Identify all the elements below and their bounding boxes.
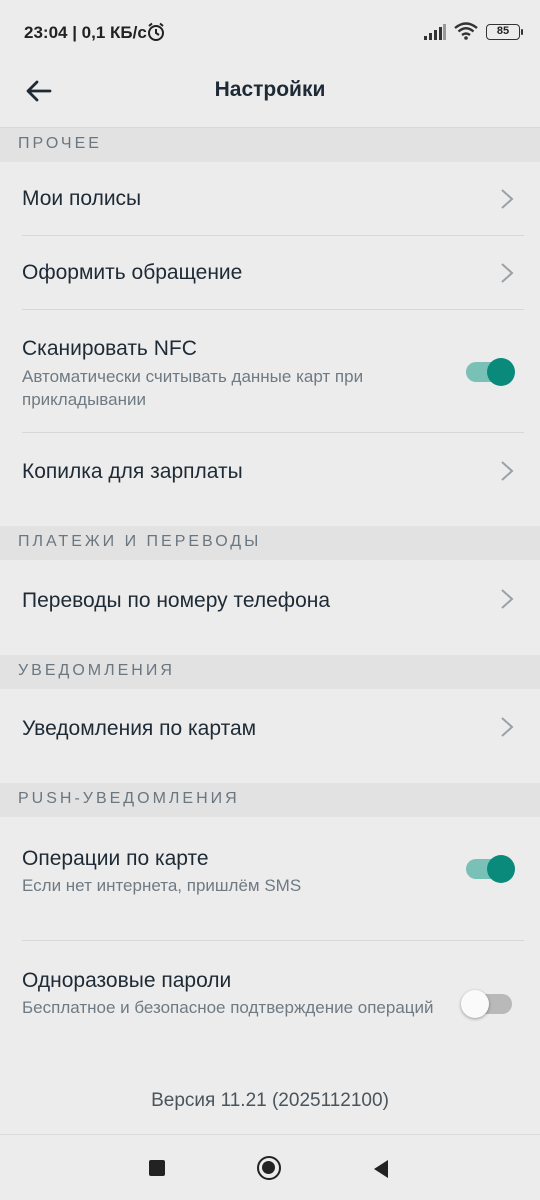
item-label: Оформить обращение	[22, 261, 243, 284]
section-title: УВЕДОМЛЕНИЯ	[18, 662, 175, 679]
wifi-icon	[454, 22, 478, 45]
chevron-right-icon	[501, 263, 514, 283]
page-title: Настройки	[214, 78, 326, 101]
settings-item-phone-transfers[interactable]: Переводы по номеру телефона	[0, 562, 540, 636]
chevron-right-icon	[501, 189, 514, 209]
recents-button[interactable]	[149, 1160, 165, 1176]
battery-icon: 85	[486, 24, 523, 40]
settings-item-nfc: Сканировать NFC Автоматически считывать …	[0, 310, 540, 433]
section-header-payments: ПЛАТЕЖИ И ПЕРЕВОДЫ	[0, 526, 540, 560]
item-label: Мои полисы	[22, 187, 142, 210]
section-title: ПЛАТЕЖИ И ПЕРЕВОДЫ	[18, 533, 262, 550]
status-bar: 23:04 | 0,1 КБ/с 85	[0, 0, 540, 64]
section-title: PUSH-УВЕДОМЛЕНИЯ	[18, 790, 240, 807]
top-app-bar: Настройки	[0, 64, 540, 128]
settings-item-appeal[interactable]: Оформить обращение	[0, 236, 540, 310]
system-nav-bar	[0, 1134, 540, 1200]
item-label: Переводы по номеру телефона	[22, 589, 331, 612]
toggle-knob	[487, 358, 515, 386]
signal-icon	[424, 24, 446, 45]
nfc-toggle[interactable]	[464, 357, 515, 386]
otp-toggle[interactable]	[461, 989, 514, 1018]
item-label: Уведомления по картам	[22, 717, 257, 740]
section-title: ПРОЧЕЕ	[18, 135, 102, 152]
item-description: Если нет интернета, пришлём SMS	[22, 876, 302, 895]
section-header-notifications: УВЕДОМЛЕНИЯ	[0, 655, 540, 689]
section-header-push: PUSH-УВЕДОМЛЕНИЯ	[0, 783, 540, 817]
alarm-icon	[146, 22, 166, 47]
chevron-right-icon	[501, 461, 514, 481]
toggle-knob	[487, 855, 515, 883]
item-label: Операции по карте	[22, 847, 209, 870]
item-label: Копилка для зарплаты	[22, 460, 243, 483]
item-description: Бесплатное и безопасное подтверждение оп…	[22, 998, 434, 1017]
section-header-other: ПРОЧЕЕ	[0, 128, 540, 162]
settings-item-otp: Одноразовые пароли Бесплатное и безопасн…	[0, 941, 540, 1071]
item-label: Сканировать NFC	[22, 337, 197, 360]
card-operations-toggle[interactable]	[464, 854, 515, 883]
status-time: 23:04 | 0,1 КБ/с	[24, 23, 147, 42]
settings-item-policies[interactable]: Мои полисы	[0, 162, 540, 236]
chevron-right-icon	[501, 589, 514, 609]
app-version: Версия 11.21 (2025112100)	[151, 1090, 389, 1111]
nav-back-button[interactable]	[372, 1159, 390, 1179]
home-button[interactable]	[257, 1156, 281, 1180]
settings-item-card-operations: Операции по карте Если нет интернета, пр…	[0, 819, 540, 941]
item-label: Одноразовые пароли	[22, 969, 232, 992]
chevron-right-icon	[501, 717, 514, 737]
settings-item-card-notifications[interactable]: Уведомления по картам	[0, 690, 540, 764]
item-description: Автоматически считывать данные карт при …	[22, 367, 364, 409]
toggle-knob	[461, 990, 489, 1018]
settings-item-piggy-bank[interactable]: Копилка для зарплаты	[0, 433, 540, 507]
